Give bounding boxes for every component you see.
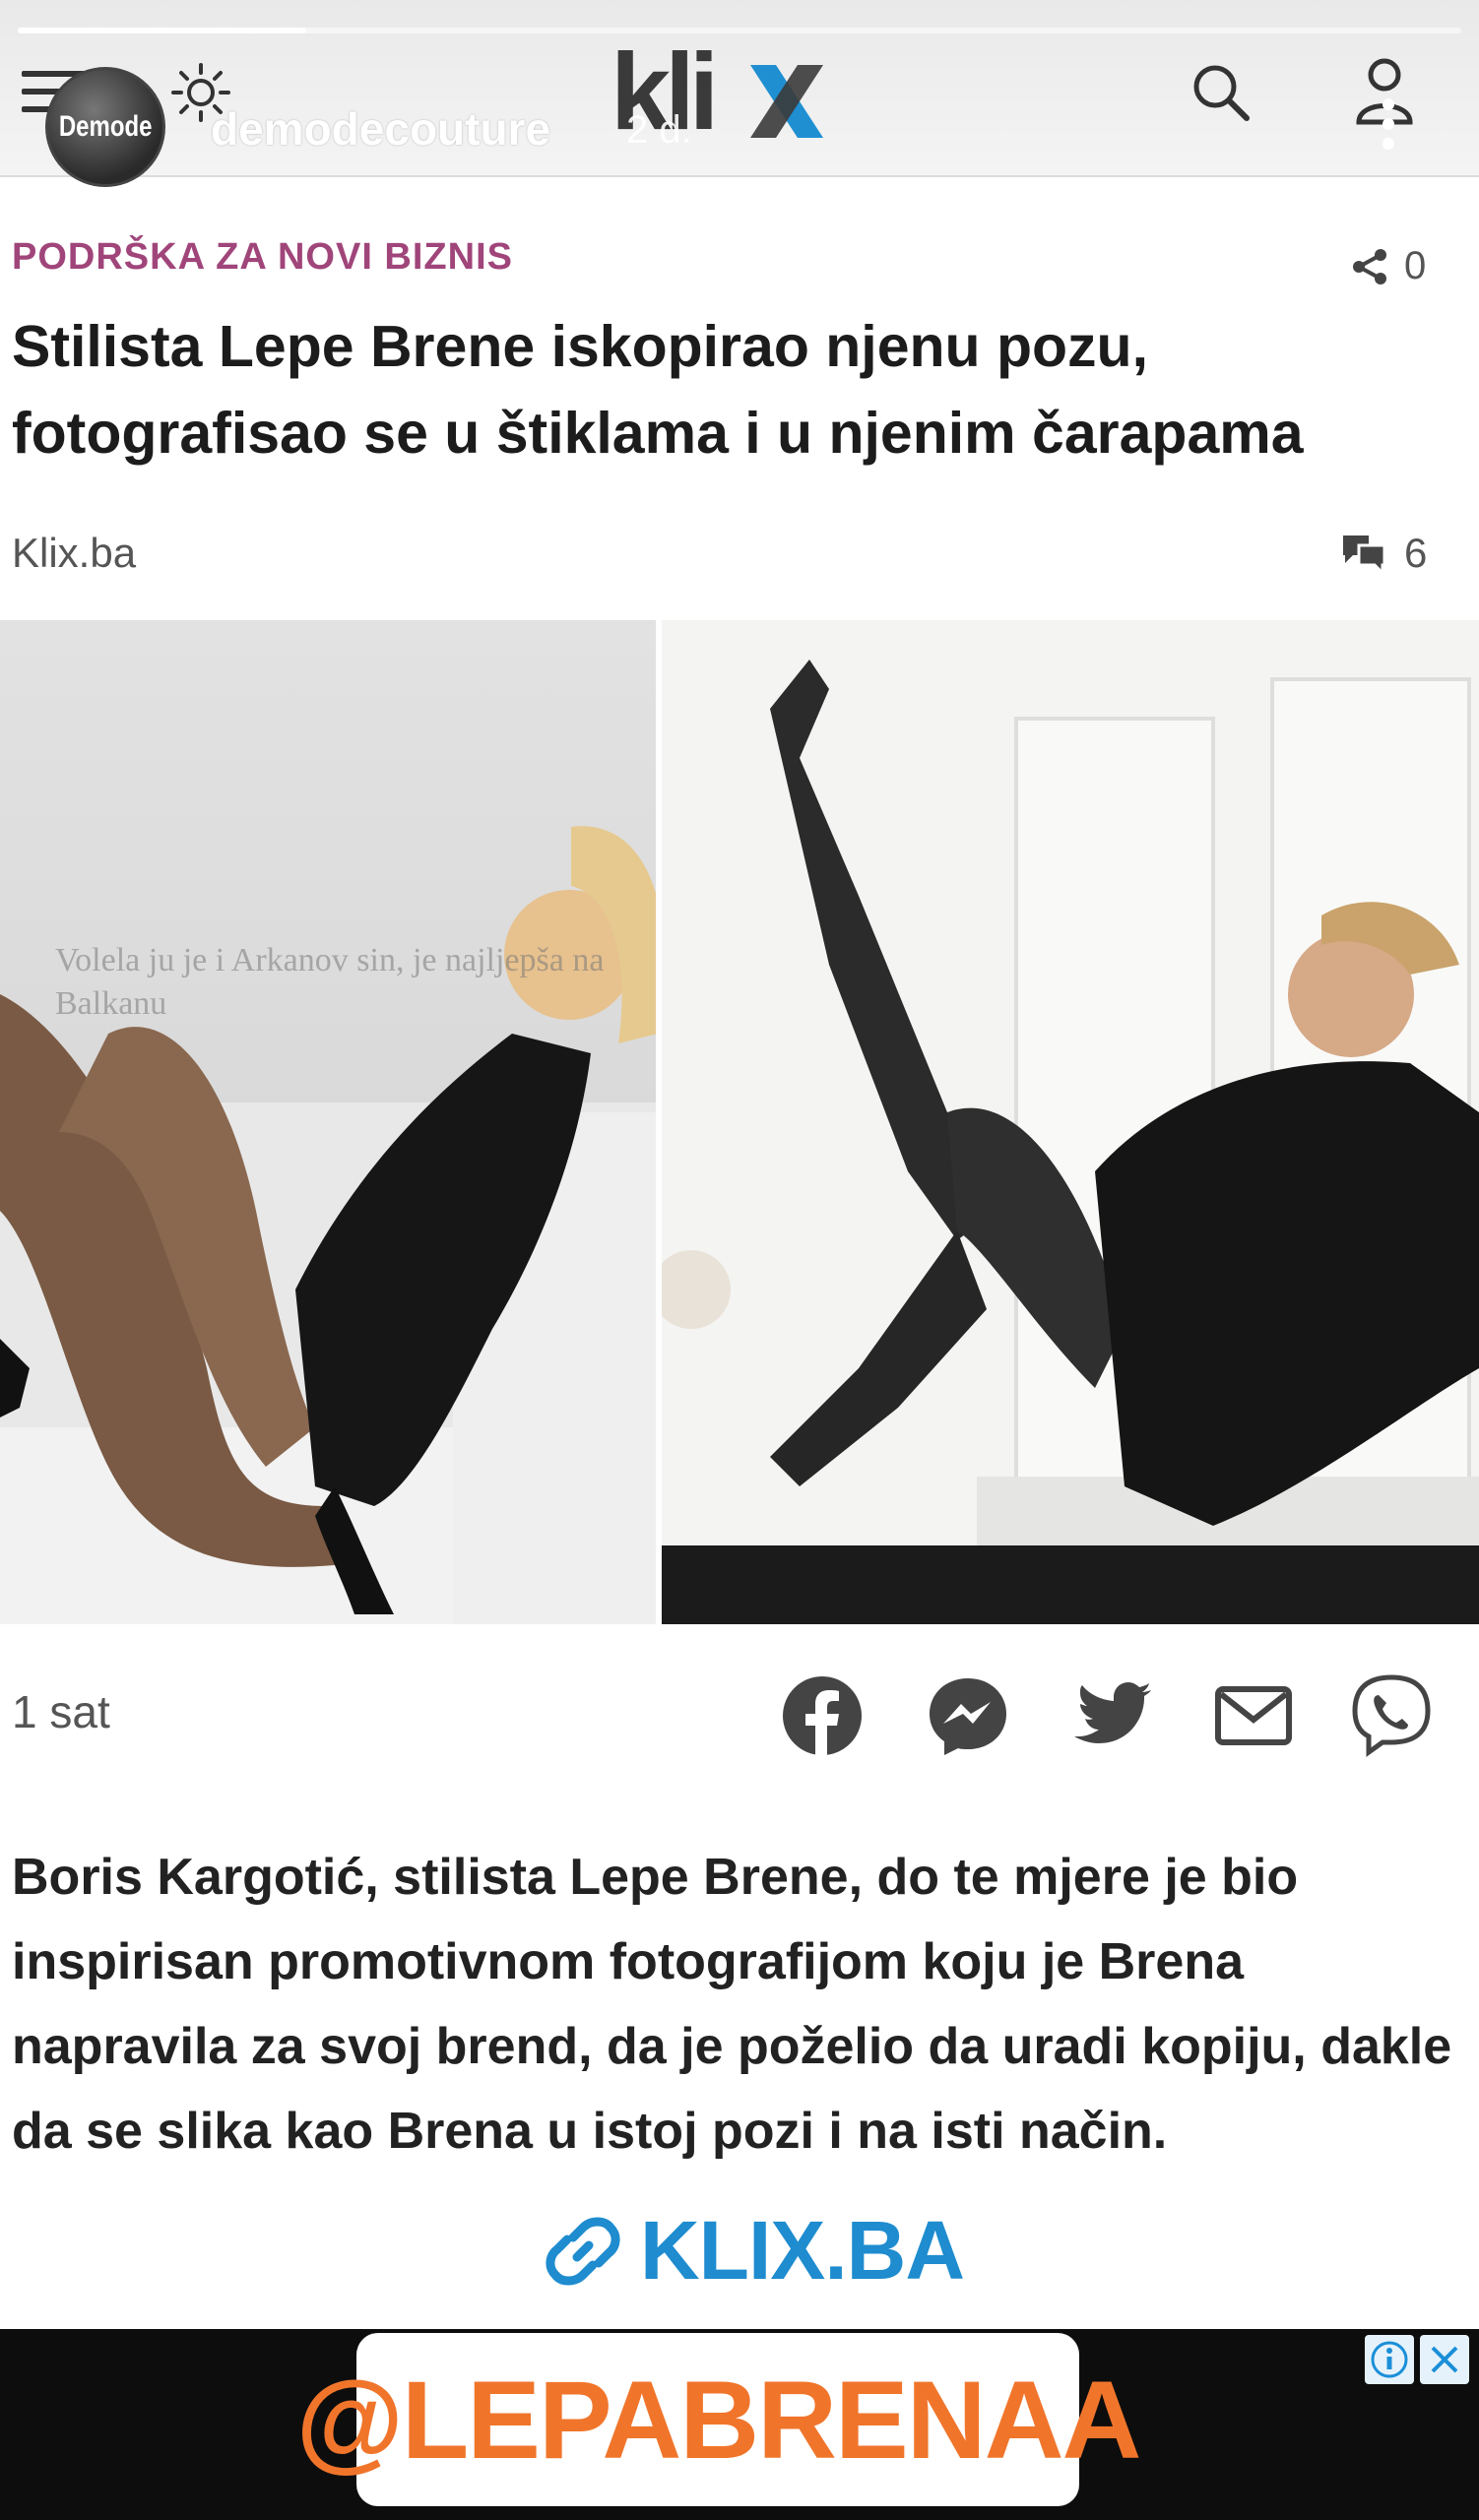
viber-share-button[interactable] bbox=[1347, 1671, 1436, 1760]
article-photo-left[interactable]: Volela ju je i Arkanov sin, je najljepša… bbox=[0, 620, 656, 1624]
ad-close-icon[interactable] bbox=[1420, 2335, 1469, 2384]
share-count[interactable]: 0 bbox=[1351, 244, 1426, 288]
photo-watermark-caption: Volela ju je i Arkanov sin, je najljepša… bbox=[55, 942, 605, 1022]
article-source: Klix.ba bbox=[12, 530, 137, 576]
story-username[interactable]: demodecouture bbox=[211, 102, 550, 156]
article-time-ago: 1 sat bbox=[12, 1686, 110, 1737]
facebook-share-button[interactable] bbox=[778, 1671, 867, 1760]
photo-right-illustration bbox=[662, 620, 1479, 1624]
story-progress-fill bbox=[18, 28, 307, 33]
photo-left-illustration bbox=[0, 826, 656, 1624]
link-sticker-text: KLIX.BA bbox=[640, 2204, 965, 2297]
search-icon[interactable] bbox=[1190, 61, 1253, 124]
article-headline[interactable]: Stilista Lepe Brene iskopirao njenu pozu… bbox=[12, 303, 1440, 476]
facebook-icon bbox=[783, 1676, 862, 1757]
avatar-label: Demode bbox=[58, 110, 153, 143]
mail-icon bbox=[1215, 1686, 1292, 1745]
twitter-icon bbox=[1074, 1682, 1151, 1743]
comments-icon bbox=[1343, 536, 1386, 575]
twitter-share-button[interactable] bbox=[1069, 1671, 1158, 1760]
share-count-value: 0 bbox=[1404, 244, 1427, 287]
more-options-icon[interactable] bbox=[1383, 98, 1396, 158]
share-icon bbox=[1353, 248, 1386, 284]
story-time: 2 d. bbox=[626, 108, 692, 152]
viber-icon bbox=[1352, 1674, 1431, 1757]
ad-info-icon[interactable] bbox=[1365, 2335, 1414, 2384]
messenger-share-button[interactable] bbox=[924, 1671, 1012, 1760]
close-icon bbox=[1431, 2346, 1458, 2373]
article-body: Boris Kargotić, stilista Lepe Brene, do … bbox=[12, 1849, 1452, 2160]
story-progress-bar bbox=[18, 28, 1461, 33]
link-sticker[interactable]: KLIX.BA bbox=[540, 2203, 965, 2299]
mail-share-button[interactable] bbox=[1209, 1671, 1298, 1760]
article-category[interactable]: PODRŠKA ZA NOVI BIZNIS bbox=[12, 236, 513, 279]
mention-sticker-text: @LEPABRENAA bbox=[295, 2358, 1142, 2482]
link-icon bbox=[546, 2217, 620, 2285]
messenger-icon bbox=[930, 1678, 1006, 1755]
top-header: Demode kli demodecouture 2 d. bbox=[0, 0, 1479, 187]
share-buttons bbox=[778, 1671, 1438, 1760]
info-icon bbox=[1371, 2341, 1408, 2378]
comment-count-value: 6 bbox=[1404, 530, 1428, 576]
article-photo-right[interactable] bbox=[662, 620, 1479, 1624]
logo-x-mark bbox=[750, 65, 823, 138]
mention-sticker[interactable]: @LEPABRENAA bbox=[296, 2333, 1141, 2506]
comment-count[interactable]: 6 bbox=[1339, 530, 1427, 577]
avatar[interactable]: Demode bbox=[45, 67, 165, 187]
